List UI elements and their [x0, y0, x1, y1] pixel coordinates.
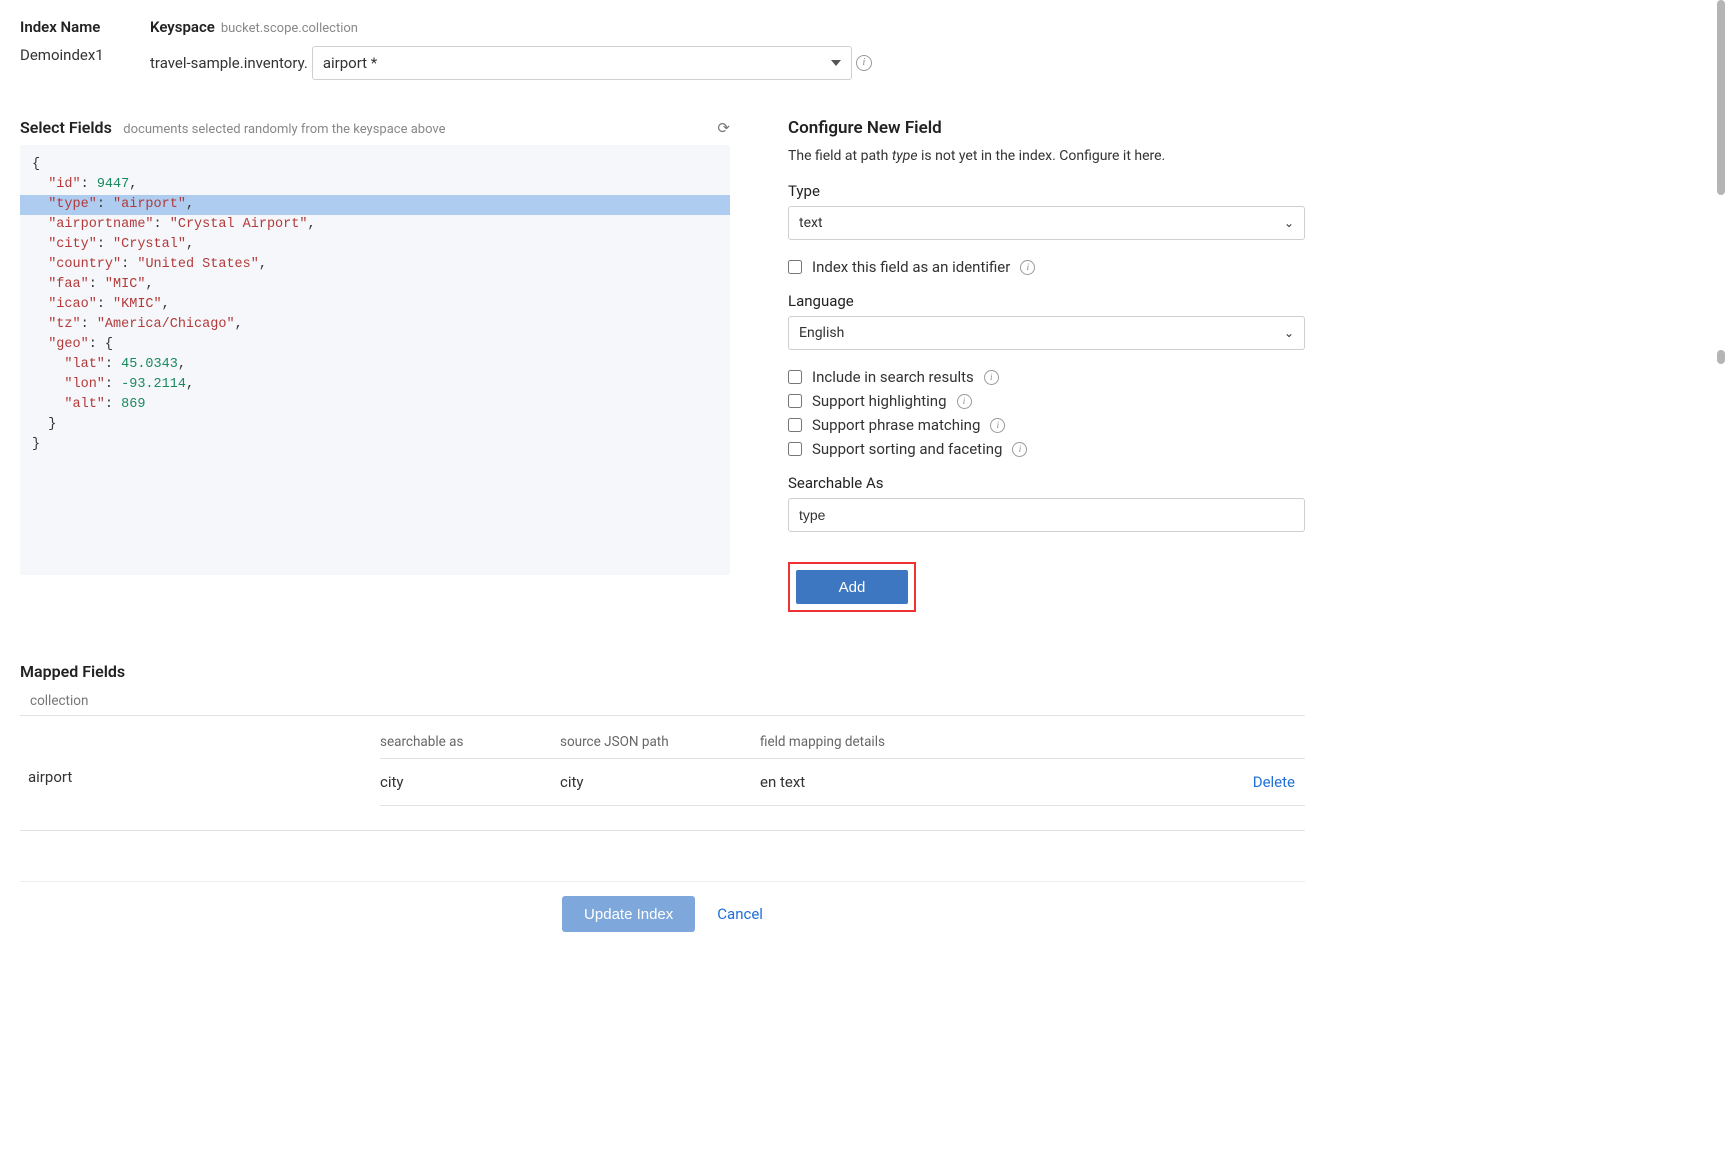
row-source-path: city — [560, 773, 760, 791]
keyspace-hint: bucket.scope.collection — [221, 21, 358, 36]
index-name-label: Index Name — [20, 18, 150, 36]
keyspace-collection-value: airport * — [323, 54, 377, 72]
mapped-fields-title: Mapped Fields — [20, 662, 1305, 681]
index-name-value: Demoindex1 — [20, 46, 150, 64]
add-button-highlight: Add — [788, 562, 916, 612]
row-searchable-as: city — [380, 773, 560, 791]
cancel-link[interactable]: Cancel — [717, 905, 763, 923]
refresh-icon[interactable]: ⟳ — [717, 119, 730, 137]
scrollbar[interactable] — [1717, 0, 1725, 195]
info-icon[interactable]: i — [990, 418, 1005, 433]
phrase-checkbox[interactable] — [788, 418, 802, 432]
highlight-checkbox[interactable] — [788, 394, 802, 408]
include-checkbox[interactable] — [788, 370, 802, 384]
info-icon[interactable]: i — [856, 55, 872, 71]
type-select[interactable]: text ⌄ — [788, 206, 1305, 240]
mapped-collection-value: airport — [20, 726, 380, 786]
sort-checkbox-row[interactable]: Support sorting and faceting i — [788, 440, 1305, 458]
configure-field-panel: Configure New Field The field at path ty… — [788, 118, 1305, 612]
language-select[interactable]: English ⌄ — [788, 316, 1305, 350]
chevron-down-icon — [831, 60, 841, 66]
keyspace-label: Keyspace — [150, 18, 215, 36]
row-details: en text — [760, 773, 1225, 791]
info-icon[interactable]: i — [1020, 260, 1035, 275]
mapped-row: airport searchable as source JSON path f… — [20, 716, 1305, 806]
include-checkbox-row[interactable]: Include in search results i — [788, 368, 1305, 386]
type-label: Type — [788, 182, 1305, 200]
identifier-checkbox[interactable] — [788, 260, 802, 274]
sort-checkbox[interactable] — [788, 442, 802, 456]
select-fields-title: Select Fields — [20, 118, 112, 137]
add-button[interactable]: Add — [796, 570, 908, 604]
language-label: Language — [788, 292, 1305, 310]
info-icon[interactable]: i — [984, 370, 999, 385]
configure-title: Configure New Field — [788, 118, 1305, 138]
keyspace-collection-select[interactable]: airport * — [312, 46, 852, 80]
mapped-fields-section: Mapped Fields collection airport searcha… — [20, 662, 1305, 831]
row-delete-link[interactable]: Delete — [1253, 773, 1295, 791]
mapped-table-row: city city en text Delete — [380, 759, 1305, 806]
configure-desc: The field at path type is not yet in the… — [788, 148, 1305, 164]
info-icon[interactable]: i — [1012, 442, 1027, 457]
update-index-button[interactable]: Update Index — [562, 896, 695, 932]
sample-document-json[interactable]: { "id": 9447, "type": "airport", "airpor… — [20, 145, 730, 575]
searchable-as-input[interactable] — [788, 498, 1305, 532]
chevron-down-icon: ⌄ — [1284, 216, 1294, 230]
collection-label: collection — [20, 693, 1305, 709]
select-fields-subtitle: documents selected randomly from the key… — [123, 122, 445, 137]
keyspace-prefix: travel-sample.inventory. — [150, 54, 308, 72]
highlight-checkbox-row[interactable]: Support highlighting i — [788, 392, 1305, 410]
chevron-down-icon: ⌄ — [1284, 326, 1294, 340]
scrollbar[interactable] — [1717, 350, 1725, 364]
footer: Update Index Cancel — [20, 881, 1305, 942]
phrase-checkbox-row[interactable]: Support phrase matching i — [788, 416, 1305, 434]
searchable-as-label: Searchable As — [788, 474, 1305, 492]
info-icon[interactable]: i — [957, 394, 972, 409]
header-row: Index Name Demoindex1 Keyspace bucket.sc… — [20, 0, 1305, 80]
identifier-checkbox-row[interactable]: Index this field as an identifier i — [788, 258, 1305, 276]
mapped-table-header: searchable as source JSON path field map… — [380, 726, 1305, 759]
